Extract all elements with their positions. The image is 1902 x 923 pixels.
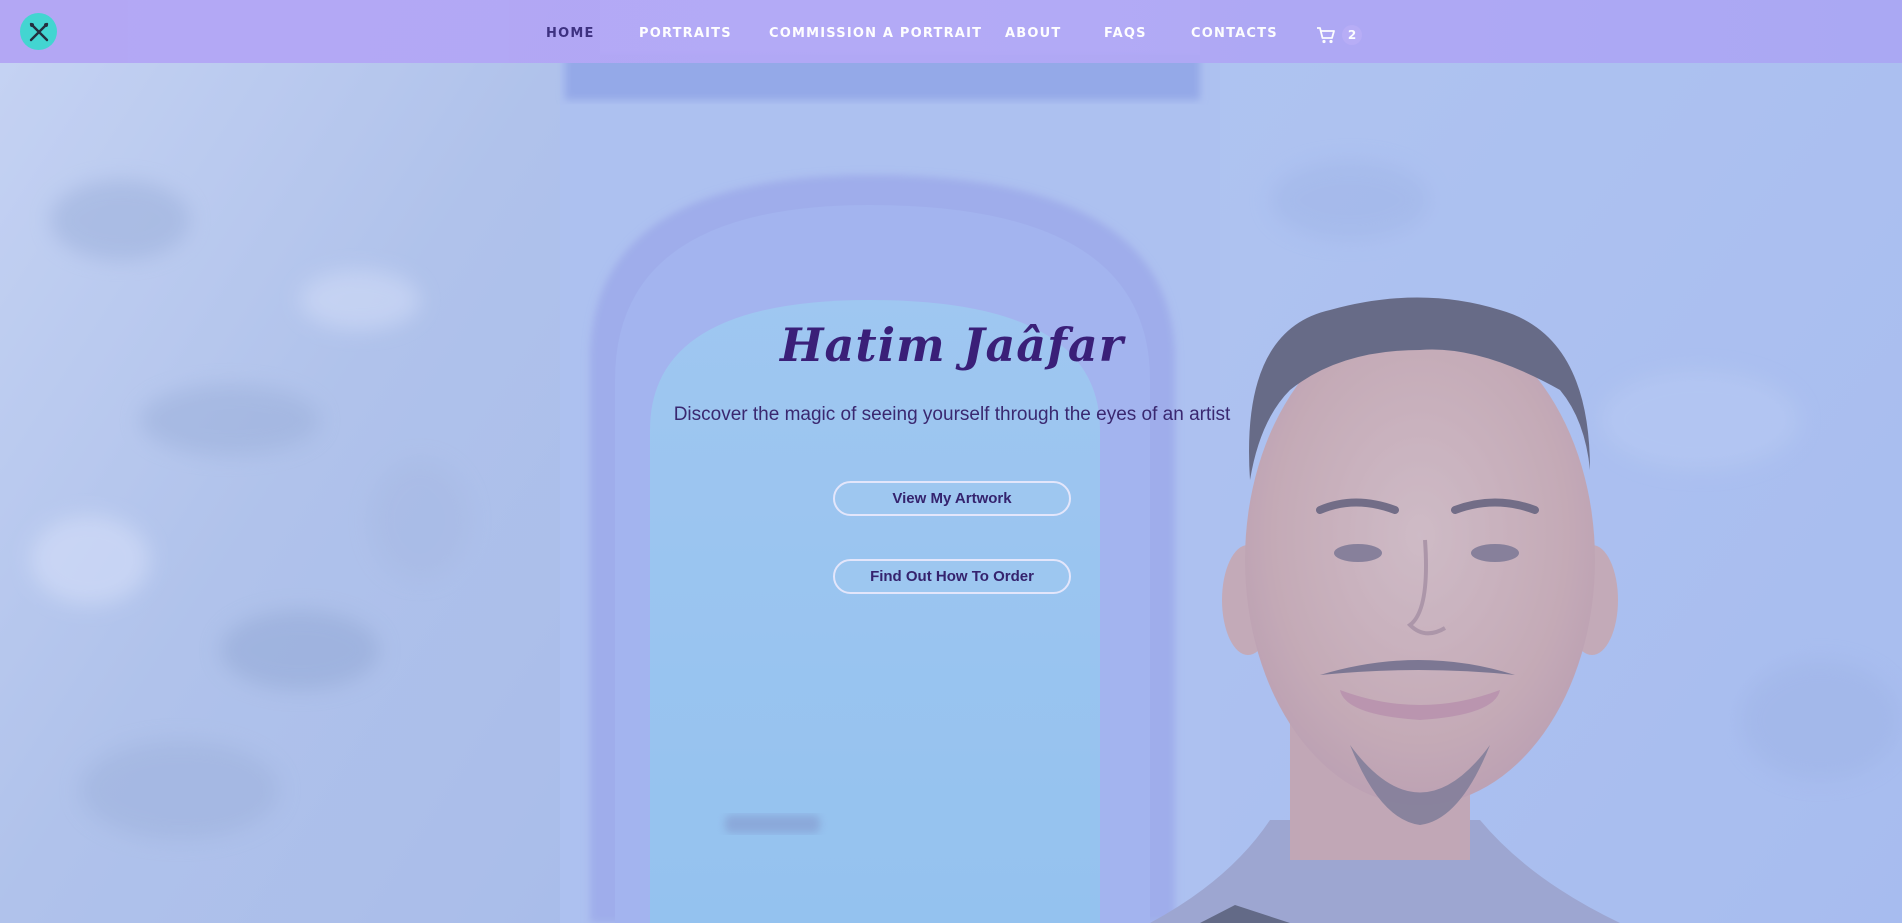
shopping-cart-icon [1317, 27, 1335, 44]
crossed-brushes-icon [29, 22, 48, 41]
nav-item-faqs[interactable]: FAQS [1104, 26, 1147, 41]
page: HOME PORTRAITS COMMISSION A PORTRAIT ABO… [0, 0, 1902, 923]
nav-item-commission-a-portrait[interactable]: COMMISSION A PORTRAIT [769, 26, 982, 41]
find-out-how-to-order-button[interactable]: Find Out How To Order [833, 559, 1071, 594]
nav-item-contacts[interactable]: CONTACTS [1191, 26, 1278, 41]
cart-button[interactable]: 2 [1316, 25, 1362, 45]
hero-subtitle: Discover the magic of seeing yourself th… [673, 404, 1231, 425]
hero-overlay [0, 0, 1902, 923]
nav-item-portraits[interactable]: PORTRAITS [639, 26, 732, 41]
logo[interactable] [20, 13, 57, 50]
top-navbar: HOME PORTRAITS COMMISSION A PORTRAIT ABO… [0, 0, 1902, 63]
hero-title: Hatim Jaâfar [780, 318, 1124, 372]
nav-item-home[interactable]: HOME [546, 26, 595, 41]
view-my-artwork-button[interactable]: View My Artwork [833, 481, 1071, 516]
cart-count-badge: 2 [1342, 25, 1362, 45]
nav-item-about[interactable]: ABOUT [1005, 26, 1061, 41]
